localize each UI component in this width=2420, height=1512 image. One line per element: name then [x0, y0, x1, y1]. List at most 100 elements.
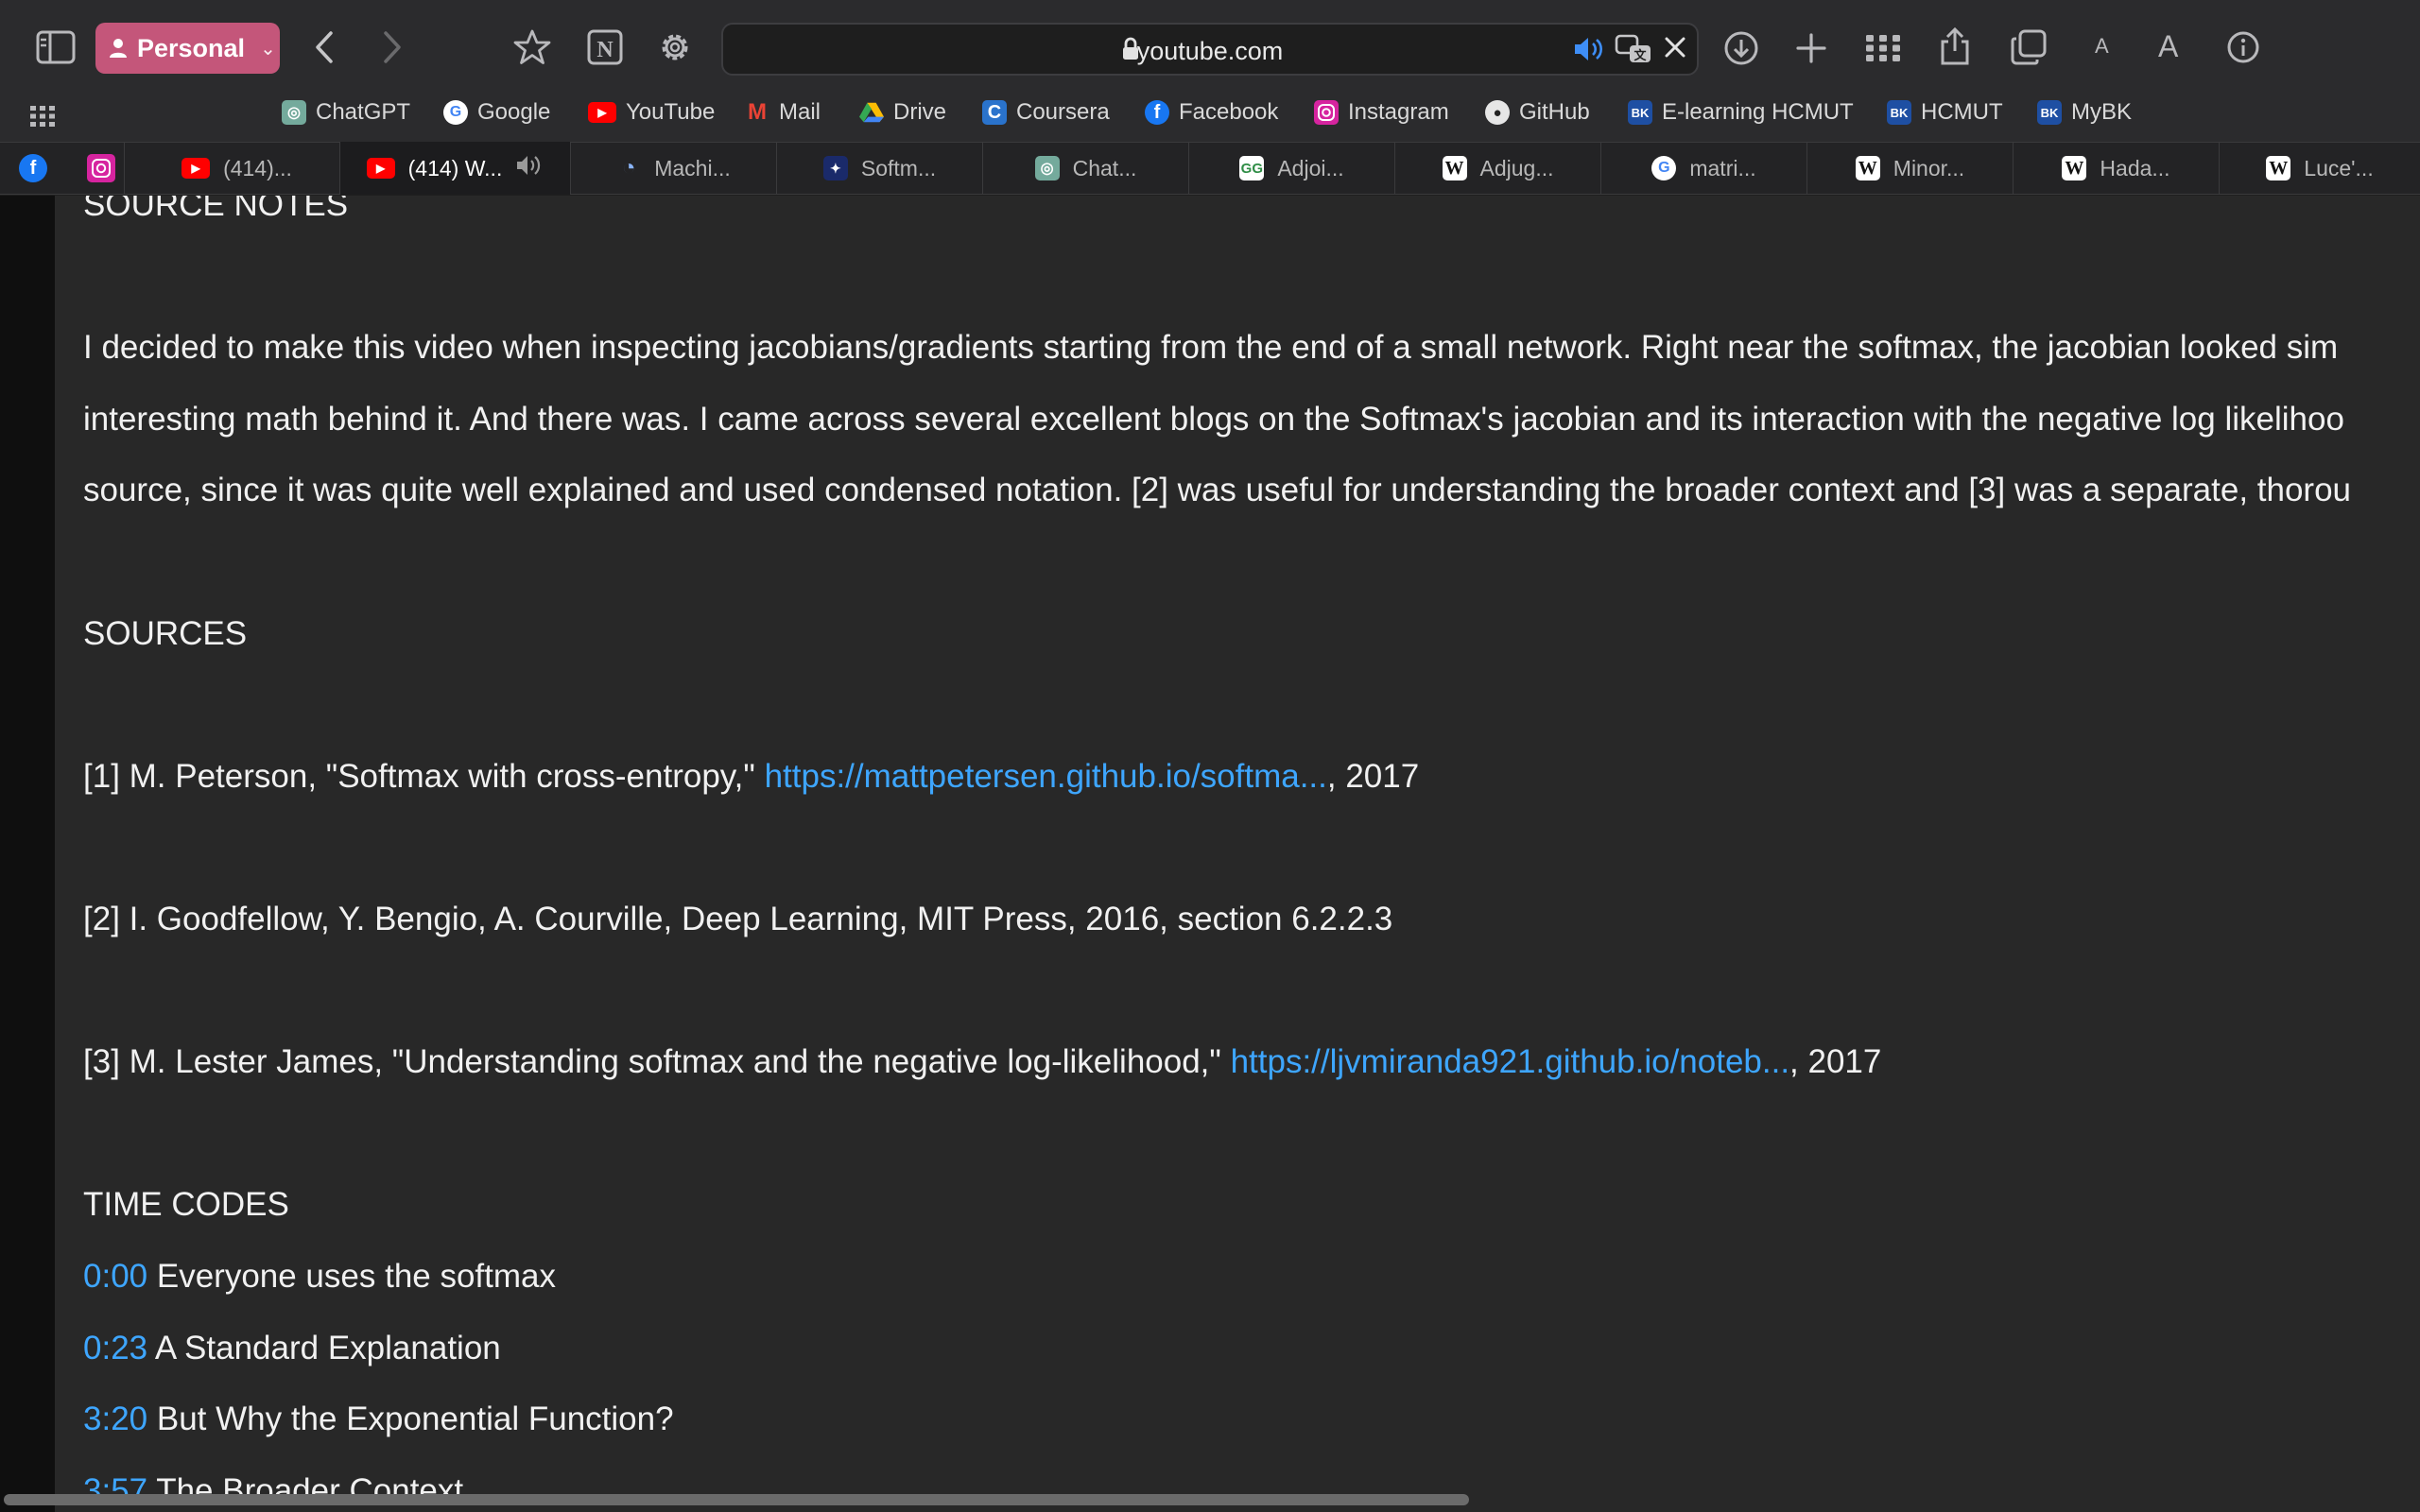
tab-label: Machi... [654, 155, 731, 180]
info-icon[interactable] [2226, 30, 2260, 64]
tab-hadamard[interactable]: W Hada... [2014, 142, 2220, 195]
gmail-icon: M [748, 99, 767, 125]
bookmark-mybk[interactable]: BK MyBK [2037, 96, 2132, 129]
apps-grid-icon[interactable] [30, 106, 55, 127]
tab-machine-learning[interactable]: ◔ Machi... [571, 142, 777, 195]
bookmark-label: ChatGPT [316, 99, 411, 125]
tab-luce[interactable]: W Luce'... [2220, 142, 2420, 195]
github-icon: ● [1485, 100, 1510, 125]
bookmark-elearning-hcmut[interactable]: BK E-learning HCMUT [1628, 96, 1854, 129]
share-icon[interactable] [1939, 26, 1971, 66]
tab-label: Luce'... [2304, 155, 2374, 180]
bookmark-label: Drive [893, 99, 947, 125]
download-icon[interactable] [1723, 30, 1759, 66]
timecode-title: A Standard Explanation [147, 1329, 501, 1366]
settings-gear-icon[interactable] [656, 28, 694, 66]
forward-icon[interactable] [382, 30, 403, 64]
tab-adjugate[interactable]: W Adjug... [1395, 142, 1601, 195]
timecode-row: 0:00 Everyone uses the softmax [83, 1241, 2420, 1313]
tab-label: Hada... [2100, 155, 2170, 180]
bookmark-label: Coursera [1016, 99, 1110, 125]
pinned-tab-facebook[interactable]: f [9, 142, 57, 195]
bookmark-github[interactable]: ● GitHub [1485, 96, 1590, 129]
instagram-icon [1314, 100, 1339, 125]
horizontal-scrollbar[interactable] [4, 1494, 1469, 1505]
notion-icon[interactable]: N [586, 28, 624, 66]
coursera-icon: C [982, 100, 1007, 125]
tab-label: Adjoi... [1277, 155, 1344, 180]
tab-audio-icon[interactable] [515, 154, 544, 182]
source-3-text: [3] M. Lester James, "Understanding soft… [83, 1043, 1231, 1081]
bookmark-label: Mail [779, 99, 821, 125]
source-3-year: , 2017 [1789, 1043, 1882, 1081]
bookmark-google[interactable]: G Google [443, 96, 550, 129]
source-1-year: , 2017 [1326, 757, 1420, 795]
tab-minor[interactable]: W Minor... [1807, 142, 2014, 195]
timecode-row: 0:23 A Standard Explanation [83, 1313, 2420, 1384]
tab-grid-icon[interactable] [1865, 34, 1901, 62]
geeksforgeeks-icon: GG [1239, 156, 1265, 180]
bookmark-label: Instagram [1348, 99, 1449, 125]
instagram-icon [86, 154, 115, 182]
timecode-link[interactable]: 0:00 [83, 1258, 147, 1295]
bookmark-youtube[interactable]: ▶ YouTube [588, 96, 715, 129]
bookmark-mail[interactable]: M Mail [745, 96, 821, 129]
tab-label: Chat... [1072, 155, 1137, 180]
youtube-icon: ▶ [588, 102, 616, 123]
sidebar-toggle-icon[interactable] [36, 30, 76, 64]
bookmark-label: Facebook [1179, 99, 1279, 125]
bookmark-facebook[interactable]: f Facebook [1145, 96, 1278, 129]
notes-paragraph-line: I decided to make this video when inspec… [83, 329, 2339, 367]
facebook-icon: f [19, 154, 47, 182]
tab-chatgpt[interactable]: ◎ Chat... [983, 142, 1189, 195]
youtube-icon: ▶ [182, 158, 211, 179]
tab-adjoint[interactable]: GG Adjoi... [1189, 142, 1395, 195]
bookmark-label: YouTube [626, 99, 716, 125]
source-1-link[interactable]: https://mattpetersen.github.io/softma... [765, 758, 1327, 795]
wikipedia-icon: W [1442, 156, 1467, 180]
chatgpt-icon: ◎ [1034, 156, 1060, 180]
drive-icon [859, 100, 884, 125]
url-text: youtube.com [1136, 37, 1284, 65]
lock-icon [1121, 37, 1140, 61]
tab-label: Softm... [860, 155, 937, 180]
facebook-icon: f [1145, 100, 1169, 125]
bookmark-hcmut[interactable]: BK HCMUT [1887, 96, 2003, 129]
bookmark-label: HCMUT [1921, 99, 2003, 125]
tab-youtube-1[interactable]: ▶ (414)... [134, 142, 340, 195]
bookmark-drive[interactable]: Drive [859, 96, 946, 129]
bookmark-label: Google [477, 99, 551, 125]
address-bar[interactable]: youtube.com [721, 23, 1699, 76]
youtube-icon: ▶ [366, 158, 395, 179]
timecode-link[interactable]: 0:23 [83, 1330, 147, 1366]
font-decrease-button[interactable]: A [2095, 34, 2109, 59]
bookmark-label: E-learning HCMUT [1662, 99, 1854, 125]
sources-heading: SOURCES [83, 614, 248, 652]
timecode-title: Everyone uses the softmax [147, 1257, 557, 1295]
profile-switcher-button[interactable]: Personal ⌄ [95, 23, 280, 74]
bookmark-star-icon[interactable] [513, 28, 551, 66]
new-tab-plus-icon[interactable] [1795, 32, 1827, 64]
pinned-tab-instagram[interactable] [78, 142, 125, 195]
bookmark-coursera[interactable]: C Coursera [982, 96, 1110, 129]
description-text: SOURCE NOTES I decided to make this vide… [83, 196, 2420, 1512]
source-notes-heading: SOURCE NOTES [83, 196, 349, 223]
tab-youtube-active[interactable]: ▶ (414) W... [340, 142, 571, 195]
translate-icon[interactable]: 文 [1615, 34, 1652, 64]
tab-overview-icon[interactable] [2011, 29, 2047, 65]
notes-paragraph-line: interesting math behind it. And there wa… [83, 400, 2344, 438]
bookmark-label: GitHub [1519, 99, 1590, 125]
wikipedia-icon: W [2062, 156, 2087, 180]
tab-softmax[interactable]: ✦ Softm... [777, 142, 983, 195]
bookmark-chatgpt[interactable]: ◎ ChatGPT [282, 96, 410, 129]
font-increase-button[interactable]: A [2158, 29, 2178, 64]
close-icon[interactable] [1664, 36, 1686, 59]
tab-matrix-search[interactable]: G matri... [1601, 142, 1807, 195]
chevron-down-icon: ⌄ [260, 38, 276, 60]
timecode-link[interactable]: 3:20 [83, 1400, 147, 1437]
back-icon[interactable] [314, 30, 335, 64]
bookmark-instagram[interactable]: Instagram [1314, 96, 1449, 129]
source-3-link[interactable]: https://ljvmiranda921.github.io/noteb... [1231, 1043, 1789, 1080]
video-thumb-icon: ✦ [822, 156, 848, 180]
speaker-audio-icon[interactable] [1573, 36, 1605, 62]
